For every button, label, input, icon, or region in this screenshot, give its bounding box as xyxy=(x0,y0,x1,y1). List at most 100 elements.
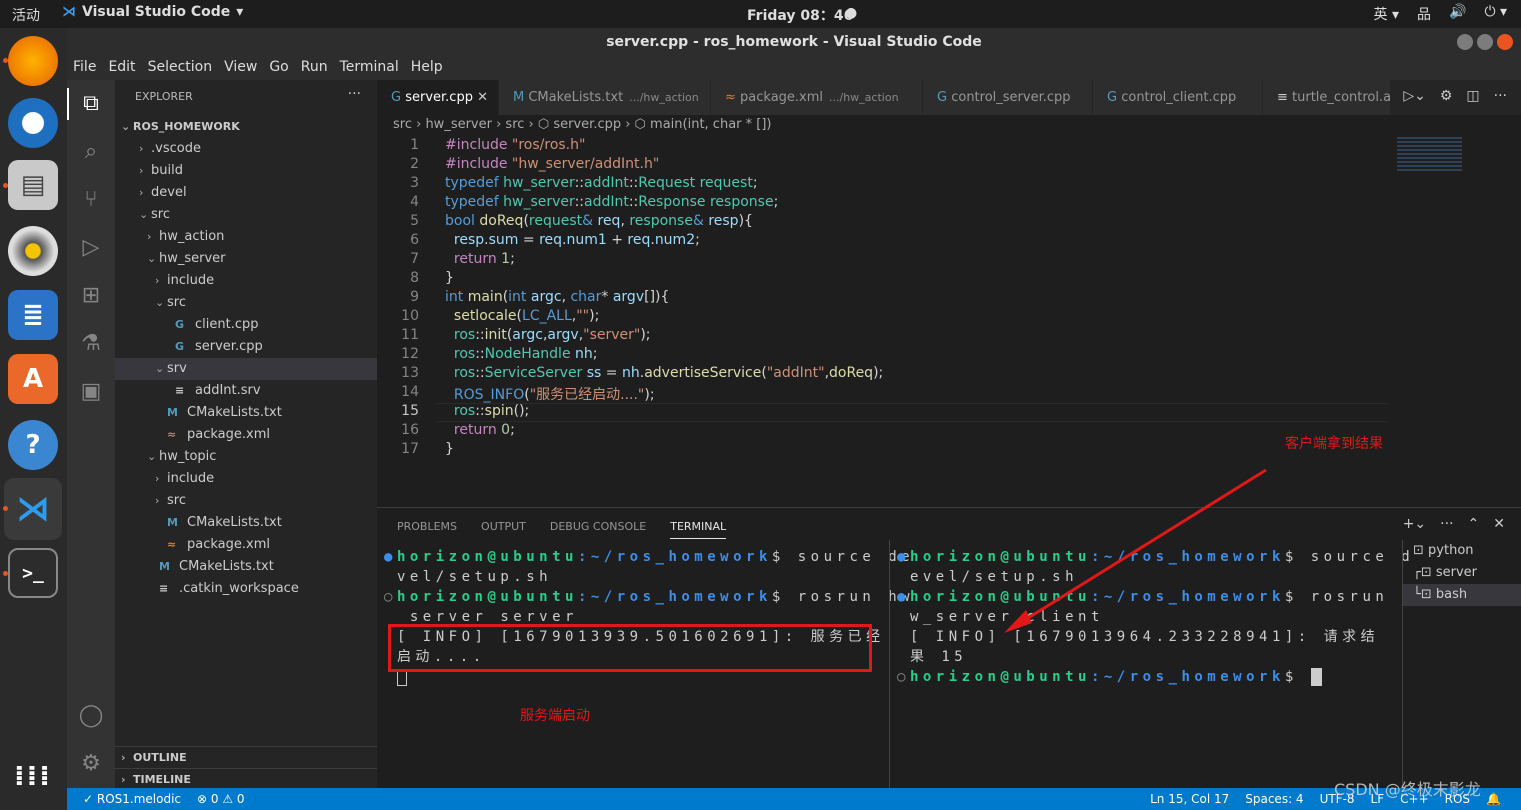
minimap[interactable] xyxy=(1397,137,1462,173)
tab-0[interactable]: G server.cpp ✕ xyxy=(377,80,499,115)
tab-4[interactable]: G control_client.cpp xyxy=(1093,80,1263,115)
tree-item-label: hw_topic xyxy=(159,449,217,464)
menu-terminal[interactable]: Terminal xyxy=(334,56,405,80)
testing-icon[interactable]: ⚗ xyxy=(77,330,105,358)
terminal-item-python[interactable]: ⊡ python xyxy=(1403,540,1521,562)
tab-output[interactable]: OUTPUT xyxy=(481,520,526,539)
tree-item[interactable]: M CMakeLists.txt xyxy=(115,556,377,578)
tree-item[interactable]: › devel xyxy=(115,182,377,204)
firefox-icon[interactable] xyxy=(8,36,58,86)
show-apps-icon[interactable]: ⁞⁞⁞ xyxy=(8,750,58,800)
terminal-item-server[interactable]: ┌⊡ server xyxy=(1403,562,1521,584)
close-tab-icon[interactable]: ✕ xyxy=(473,90,488,105)
tree-item[interactable]: ⌄ hw_topic xyxy=(115,446,377,468)
rhythmbox-icon[interactable] xyxy=(8,226,58,276)
terminal-icon[interactable]: >_ xyxy=(8,548,58,598)
extensions-icon[interactable]: ⊞ xyxy=(77,282,105,310)
tree-item[interactable]: › hw_action xyxy=(115,226,377,248)
terminal-split-divider[interactable] xyxy=(889,540,890,788)
tree-item[interactable]: ⌄ src xyxy=(115,292,377,314)
split-editor-icon[interactable]: ◫ xyxy=(1466,88,1479,104)
vscode-dock-icon[interactable]: ⋊ xyxy=(4,478,62,540)
maximize-panel-icon[interactable]: ⌃ xyxy=(1468,516,1480,532)
chevron-icon: › xyxy=(155,472,160,485)
tab-1[interactable]: M CMakeLists.txt .../hw_action xyxy=(499,80,711,115)
tree-item-label: CMakeLists.txt xyxy=(179,559,274,574)
close-panel-icon[interactable]: ✕ xyxy=(1493,516,1505,532)
tree-item[interactable]: ≈ package.xml xyxy=(115,534,377,556)
terminal-item-bash[interactable]: └⊡ bash xyxy=(1403,584,1521,606)
writer-icon[interactable]: ≣ xyxy=(8,290,58,340)
settings-gear-icon[interactable]: ⚙ xyxy=(77,750,105,778)
menu-edit[interactable]: Edit xyxy=(102,56,141,80)
explorer-sidebar: EXPLORER ··· ⌄ ROS_HOMEWORK › .vscode › buil… xyxy=(115,80,377,788)
run-icon[interactable]: ▷⌄ xyxy=(1403,88,1426,104)
clock[interactable]: Friday 08：46 xyxy=(747,5,853,25)
tree-item[interactable]: ⌄ srv xyxy=(115,358,377,380)
tab-terminal[interactable]: TERMINAL xyxy=(670,520,727,539)
ime-indicator[interactable]: 英 ▾ xyxy=(1374,4,1399,24)
menu-view[interactable]: View xyxy=(218,56,263,80)
tab-3[interactable]: G control_server.cpp xyxy=(923,80,1093,115)
settings-icon[interactable]: ⚙ xyxy=(1440,88,1453,104)
tree-item[interactable]: ≡ addInt.srv xyxy=(115,380,377,402)
menu-file[interactable]: File xyxy=(67,56,102,80)
network-icon[interactable]: 品 xyxy=(1417,4,1431,24)
branch-status[interactable]: ✓ ROS1.melodic xyxy=(83,788,181,810)
cursor-position[interactable]: Ln 15, Col 17 xyxy=(1150,788,1229,810)
app-menu[interactable]: ⋊ Visual Studio Code ▾ xyxy=(62,4,243,20)
tree-item[interactable]: ⌄ hw_server xyxy=(115,248,377,270)
more-icon[interactable]: ··· xyxy=(1494,88,1507,104)
tree-item[interactable]: Gclient.cpp xyxy=(115,314,377,336)
vscode-icon: ⋊ xyxy=(62,4,76,20)
search-icon[interactable]: ⌕ xyxy=(77,138,105,166)
window-title: server.cpp - ros_homework - Visual Studi… xyxy=(606,34,982,50)
activities-button[interactable]: 活动 xyxy=(12,5,40,25)
tree-item[interactable]: M CMakeLists.txt xyxy=(115,402,377,424)
tree-item[interactable]: › include xyxy=(115,270,377,292)
menu-selection[interactable]: Selection xyxy=(142,56,219,80)
line-number: 5 xyxy=(410,213,419,229)
close-button[interactable] xyxy=(1497,34,1513,50)
source-control-icon[interactable]: ⑂ xyxy=(77,186,105,214)
tab-problems[interactable]: PROBLEMS xyxy=(397,520,457,539)
new-terminal-icon[interactable]: +⌄ xyxy=(1403,516,1426,532)
more-actions-icon[interactable]: ··· xyxy=(348,86,361,102)
menu-run[interactable]: Run xyxy=(295,56,334,80)
maximize-button[interactable] xyxy=(1477,34,1493,50)
tree-item[interactable]: M CMakeLists.txt xyxy=(115,512,377,534)
breadcrumb[interactable]: src › hw_server › src › ⬡ server.cpp › ⬡… xyxy=(393,117,772,132)
software-center-icon[interactable]: A xyxy=(8,354,58,404)
thunderbird-icon[interactable] xyxy=(8,98,58,148)
volume-icon[interactable]: 🔊 xyxy=(1449,4,1466,24)
tab-debug-console[interactable]: DEBUG CONSOLE xyxy=(550,520,646,539)
tab-5[interactable]: ≡ turtle_control.a xyxy=(1263,80,1391,115)
minimize-button[interactable] xyxy=(1457,34,1473,50)
run-debug-icon[interactable]: ▷ xyxy=(77,234,105,262)
explorer-icon[interactable]: ⧉ xyxy=(77,90,105,118)
tree-item[interactable]: › include xyxy=(115,468,377,490)
menu-go[interactable]: Go xyxy=(263,56,294,80)
tree-item[interactable]: Gserver.cpp xyxy=(115,336,377,358)
code-line: ros::init(argc,argv,"server"); xyxy=(453,327,651,343)
tree-item[interactable]: ≡ .catkin_workspace xyxy=(115,578,377,600)
menu-help[interactable]: Help xyxy=(405,56,449,80)
workspace-root[interactable]: ⌄ ROS_HOMEWORK xyxy=(115,116,377,138)
ros-icon[interactable]: ▣ xyxy=(77,378,105,406)
more-icon[interactable]: ··· xyxy=(1440,516,1453,532)
power-icon[interactable]: ⏻ ▾ xyxy=(1484,4,1507,24)
tree-item[interactable]: ⌄ src xyxy=(115,204,377,226)
tree-item[interactable]: ≈ package.xml xyxy=(115,424,377,446)
bell-icon[interactable]: 🔔 xyxy=(1486,788,1501,810)
tree-item[interactable]: › src xyxy=(115,490,377,512)
account-icon[interactable]: ◯ xyxy=(77,702,105,730)
tab-2[interactable]: ≈ package.xml .../hw_action xyxy=(711,80,923,115)
problems-status[interactable]: ⊗ 0 ⚠ 0 xyxy=(197,788,245,810)
files-icon[interactable]: ▤ xyxy=(8,160,58,210)
tree-item[interactable]: › build xyxy=(115,160,377,182)
outline-section[interactable]: › OUTLINE xyxy=(115,746,377,769)
help-icon[interactable]: ? xyxy=(8,420,58,470)
code-line: ros::ServiceServer ss = nh.advertiseServ… xyxy=(453,365,884,381)
tree-item[interactable]: › .vscode xyxy=(115,138,377,160)
indentation[interactable]: Spaces: 4 xyxy=(1245,788,1303,810)
